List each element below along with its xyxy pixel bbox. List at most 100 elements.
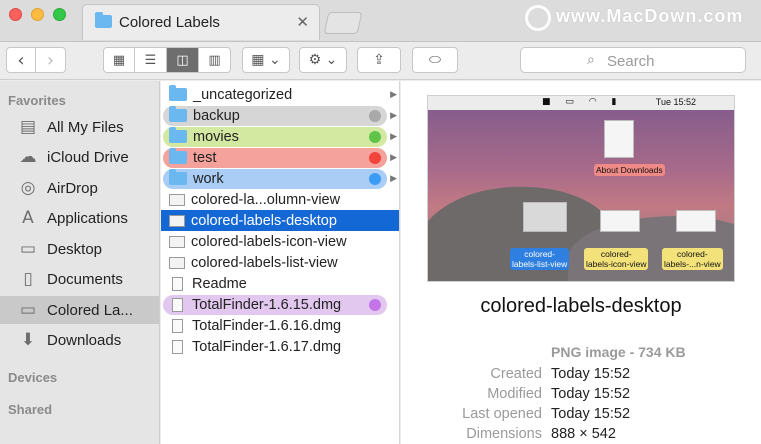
- documents-icon: ▯: [23, 269, 33, 289]
- devices-heading[interactable]: Devices: [8, 370, 57, 385]
- thumb-label-icon: colored- labels-icon-view: [584, 248, 649, 270]
- sidebar-item-desktop[interactable]: ▭ Desktop: [0, 235, 159, 263]
- minimize-window-button[interactable]: [31, 8, 44, 21]
- file-name: movies: [193, 128, 239, 145]
- label-dot: [369, 131, 381, 143]
- desktop-icon: ▭: [19, 239, 37, 259]
- folder-icon: ▭: [19, 300, 37, 320]
- close-window-button[interactable]: [9, 8, 22, 21]
- meta-key: Last opened: [462, 406, 542, 422]
- tags-button[interactable]: ⬭: [412, 47, 458, 73]
- sidebar-item-all-my-files[interactable]: ▤ All My Files: [0, 113, 159, 141]
- file-name: Readme: [192, 275, 247, 292]
- file-name: backup: [193, 107, 240, 124]
- disclosure-arrow-icon: ▶: [390, 110, 397, 121]
- list-item[interactable]: Readme: [161, 273, 399, 294]
- meta-value: Today 15:52: [551, 366, 631, 382]
- file-name: TotalFinder-1.6.16.dmg: [192, 317, 342, 334]
- sidebar-item-downloads[interactable]: ⬇ Downloads: [0, 326, 159, 354]
- list-view-button[interactable]: ☰: [135, 47, 167, 73]
- cloud-icon: ☁: [19, 147, 37, 167]
- sidebar-item-label: Desktop: [47, 240, 103, 258]
- view-mode-switcher: ▦ ☰ ◫ ▥: [103, 47, 231, 73]
- list-item[interactable]: _uncategorized ▶: [161, 84, 399, 105]
- image-file-icon: [169, 256, 185, 269]
- list-view-thumb: [523, 202, 567, 232]
- preview-kind: PNG image - 734 KB: [551, 344, 686, 360]
- preview-pane: ■ ▭ ◠ ▮ Tue 15:52 About Downloads colore…: [401, 81, 761, 444]
- file-column: _uncategorized ▶ backup ▶ movies ▶ test …: [161, 81, 400, 444]
- folder-icon: [95, 12, 112, 28]
- action-button[interactable]: ⚙ ⌄: [299, 47, 347, 73]
- share-button[interactable]: ⇪: [357, 47, 401, 73]
- back-button[interactable]: ‹: [6, 47, 36, 73]
- disk-image-icon: [172, 318, 183, 333]
- watermark: www.MacDown.com: [556, 6, 744, 26]
- list-item-selected[interactable]: colored-labels-desktop: [161, 210, 399, 231]
- list-item[interactable]: backup ▶: [161, 105, 399, 126]
- forward-button[interactable]: ›: [36, 47, 66, 73]
- icon-view-button[interactable]: ▦: [103, 47, 135, 73]
- nav-buttons: ‹ ›: [6, 47, 66, 73]
- file-name: colored-labels-icon-view: [191, 233, 347, 250]
- list-item[interactable]: colored-la...olumn-view: [161, 189, 399, 210]
- list-item[interactable]: TotalFinder-1.6.15.dmg: [161, 294, 399, 315]
- arrange-button[interactable]: ▦ ⌄: [242, 47, 290, 73]
- file-name: _uncategorized: [193, 86, 293, 103]
- column-view-button[interactable]: ◫: [167, 47, 199, 73]
- tab-close-icon[interactable]: ✕: [296, 13, 309, 31]
- sidebar-item-label: Documents: [47, 270, 123, 288]
- tab-colored-labels[interactable]: Colored Labels ✕: [82, 4, 320, 40]
- meta-key: Modified: [487, 386, 542, 402]
- preview-thumbnail[interactable]: ■ ▭ ◠ ▮ Tue 15:52 About Downloads colore…: [427, 95, 735, 282]
- sidebar-item-applications[interactable]: A Applications: [0, 204, 159, 232]
- disclosure-arrow-icon: ▶: [390, 89, 397, 100]
- sidebar-item-label: AirDrop: [47, 179, 98, 197]
- disclosure-arrow-icon: ▶: [390, 131, 397, 142]
- disclosure-arrow-icon: ▶: [390, 152, 397, 163]
- search-icon: ⌕: [587, 52, 595, 68]
- icon-view-thumb: [600, 210, 640, 232]
- new-tab-button[interactable]: [323, 12, 363, 34]
- finder-window: Colored Labels ✕ www.MacDown.com ‹ › ▦ ☰…: [0, 0, 761, 444]
- shared-heading[interactable]: Shared: [8, 402, 52, 417]
- label-dot: [369, 110, 381, 122]
- list-item[interactable]: test ▶: [161, 147, 399, 168]
- file-name: TotalFinder-1.6.17.dmg: [192, 338, 342, 355]
- downloads-file-icon: [604, 120, 634, 158]
- watermark-logo: [525, 5, 551, 31]
- sidebar-item-label: iCloud Drive: [47, 148, 129, 166]
- list-item[interactable]: TotalFinder-1.6.17.dmg: [161, 336, 399, 357]
- menubar-status-icons: ■ ▭ ◠ ▮: [542, 97, 623, 107]
- title-bar: Colored Labels ✕ www.MacDown.com: [0, 0, 761, 42]
- meta-key: Created: [490, 366, 542, 382]
- disk-image-icon: [172, 297, 183, 312]
- list-item[interactable]: TotalFinder-1.6.16.dmg: [161, 315, 399, 336]
- favorites-heading: Favorites: [8, 93, 66, 108]
- image-file-icon: [169, 193, 185, 206]
- thumbnail-menubar: ■ ▭ ◠ ▮ Tue 15:52: [428, 96, 734, 110]
- sidebar: Favorites ▤ All My Files ☁ iCloud Drive …: [0, 81, 160, 444]
- list-item[interactable]: movies ▶: [161, 126, 399, 147]
- meta-value: 888 × 542: [551, 426, 616, 442]
- search-field[interactable]: ⌕ Search: [520, 47, 746, 73]
- zoom-window-button[interactable]: [53, 8, 66, 21]
- folder-icon: [169, 106, 187, 122]
- sidebar-item-documents[interactable]: ▯ Documents: [0, 265, 159, 293]
- file-name: work: [193, 170, 224, 187]
- sidebar-item-airdrop[interactable]: ◎ AirDrop: [0, 174, 159, 202]
- thumb-label-about: About Downloads: [594, 164, 665, 176]
- toolbar: ‹ › ▦ ☰ ◫ ▥ ▦ ⌄ ⚙ ⌄ ⇪ ⬭ ⌕ Search: [0, 42, 761, 80]
- all-files-icon: ▤: [19, 117, 37, 137]
- sidebar-item-label: Downloads: [47, 331, 122, 349]
- coverflow-view-button[interactable]: ▥: [199, 47, 231, 73]
- list-item[interactable]: colored-labels-icon-view: [161, 231, 399, 252]
- label-dot: [369, 299, 381, 311]
- sidebar-item-colored-labels[interactable]: ▭ Colored La...: [0, 296, 159, 324]
- file-name: colored-labels-desktop: [191, 212, 337, 229]
- sidebar-item-icloud-drive[interactable]: ☁ iCloud Drive: [0, 143, 159, 171]
- list-item[interactable]: colored-labels-list-view: [161, 252, 399, 273]
- disclosure-arrow-icon: ▶: [390, 173, 397, 184]
- list-item[interactable]: work ▶: [161, 168, 399, 189]
- folder-icon: [169, 127, 187, 143]
